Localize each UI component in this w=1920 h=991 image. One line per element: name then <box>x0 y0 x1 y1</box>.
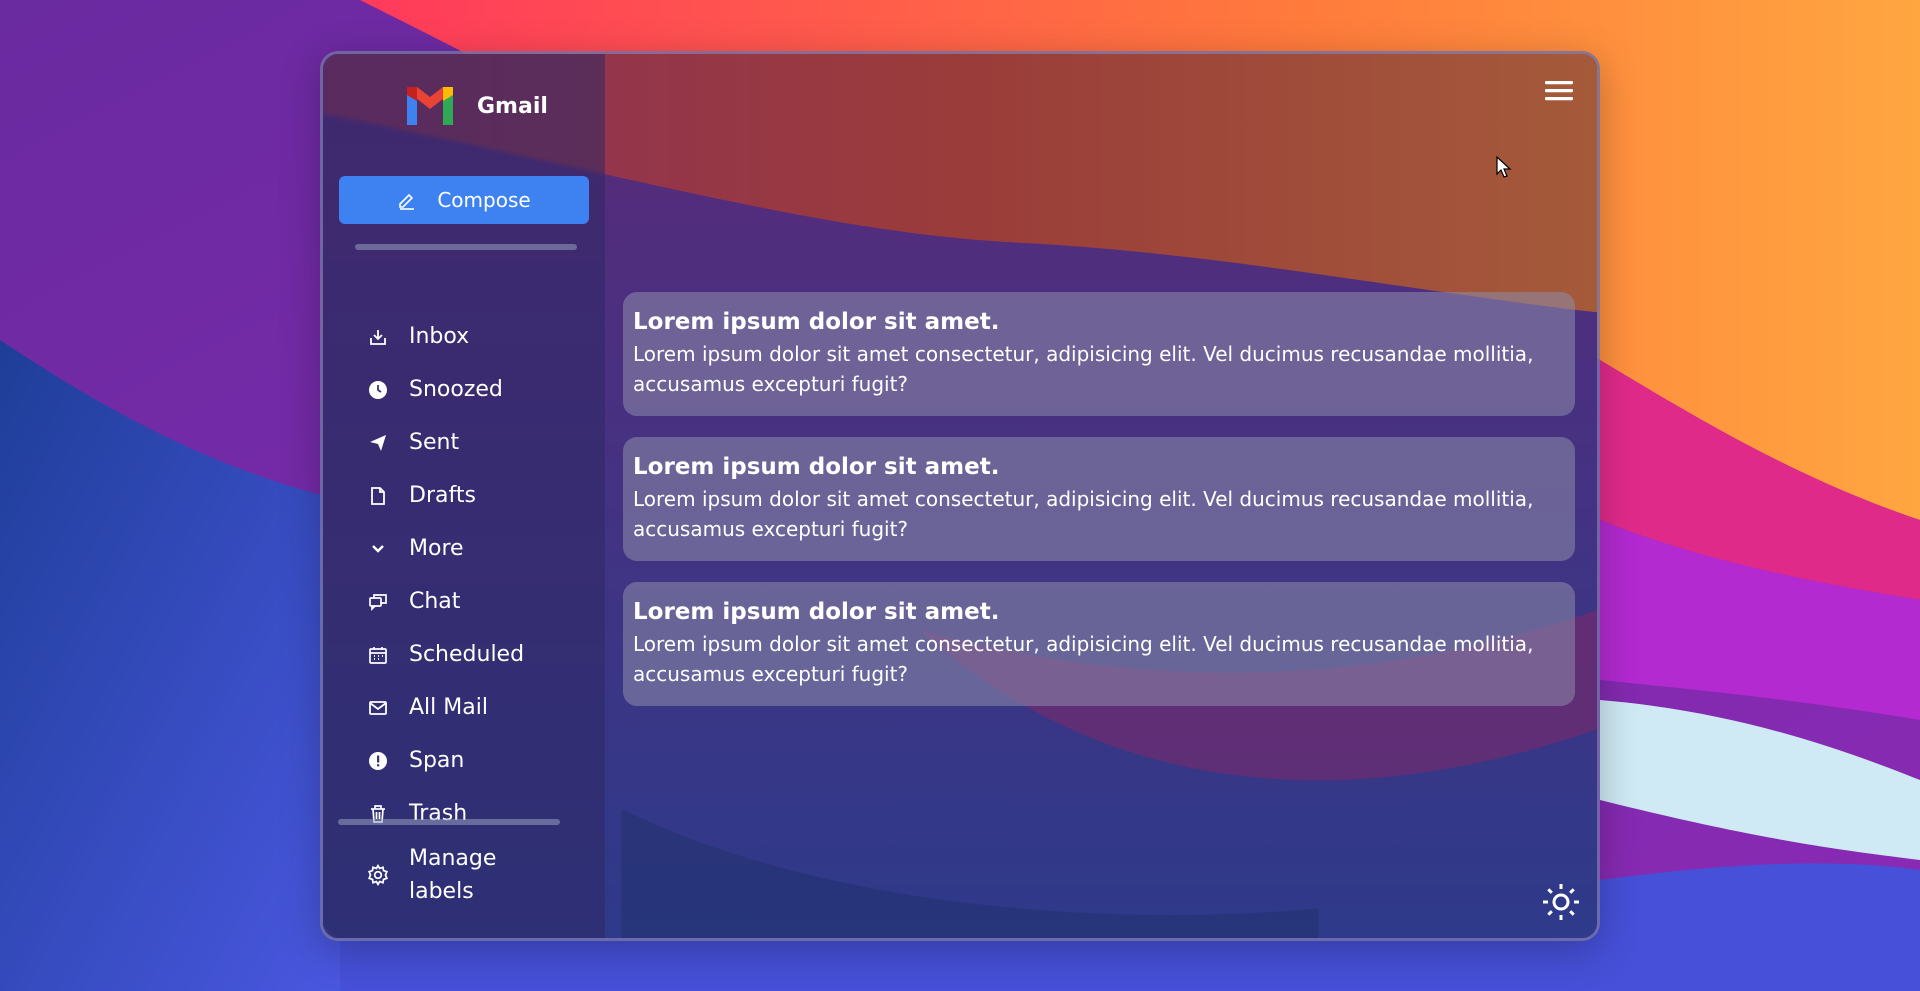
inbox-icon <box>367 326 389 348</box>
sidebar-divider-top <box>355 244 577 250</box>
email-list: Lorem ipsum dolor sit amet. Lorem ipsum … <box>623 292 1575 727</box>
sidebar-item-label: Scheduled <box>409 642 525 667</box>
compose-button[interactable]: Compose <box>339 176 589 224</box>
email-card[interactable]: Lorem ipsum dolor sit amet. Lorem ipsum … <box>623 582 1575 706</box>
sidebar-item-span[interactable]: Span <box>323 734 605 787</box>
sidebar-item-sent[interactable]: Sent <box>323 416 605 469</box>
sidebar-item-drafts[interactable]: Drafts <box>323 469 605 522</box>
sidebar-item-label: Snoozed <box>409 377 503 402</box>
sidebar-nav: Inbox Snoozed Sent Drafts More Chat Sche… <box>323 310 605 840</box>
chat-icon <box>367 591 389 613</box>
sidebar-divider-bottom <box>338 819 560 825</box>
email-card[interactable]: Lorem ipsum dolor sit amet. Lorem ipsum … <box>623 292 1575 416</box>
clock-icon <box>367 379 389 401</box>
pencil-icon <box>399 193 415 210</box>
draft-icon <box>367 485 389 507</box>
sidebar-item-more[interactable]: More <box>323 522 605 575</box>
sidebar-item-label: Drafts <box>409 483 476 508</box>
gmail-logo-icon <box>407 87 453 125</box>
sidebar-item-inbox[interactable]: Inbox <box>323 310 605 363</box>
manage-labels-label: Manage labels <box>409 846 497 904</box>
brand[interactable]: Gmail <box>403 85 548 127</box>
sidebar: Gmail Compose Inbox Snoozed Sent Drafts … <box>323 54 605 938</box>
send-icon <box>367 432 389 454</box>
sidebar-item-all-mail[interactable]: All Mail <box>323 681 605 734</box>
email-title: Lorem ipsum dolor sit amet. <box>633 599 1000 625</box>
app-window: Gmail Compose Inbox Snoozed Sent Drafts … <box>320 51 1600 941</box>
email-title: Lorem ipsum dolor sit amet. <box>633 454 1000 480</box>
sidebar-item-label: All Mail <box>409 695 488 720</box>
app-name: Gmail <box>477 93 548 119</box>
email-card[interactable]: Lorem ipsum dolor sit amet. Lorem ipsum … <box>623 437 1575 561</box>
email-body: Lorem ipsum dolor sit amet consectetur, … <box>633 487 1534 541</box>
sidebar-item-label: More <box>409 536 464 561</box>
sidebar-item-scheduled[interactable]: Scheduled <box>323 628 605 681</box>
sidebar-item-chat[interactable]: Chat <box>323 575 605 628</box>
manage-labels-button[interactable]: Manage labels <box>323 840 605 910</box>
sidebar-item-label: Chat <box>409 589 461 614</box>
sidebar-item-label: Sent <box>409 430 460 455</box>
alert-icon <box>367 750 389 772</box>
mail-icon <box>367 697 389 719</box>
sidebar-item-snoozed[interactable]: Snoozed <box>323 363 605 416</box>
hamburger-menu-icon[interactable] <box>1543 76 1575 106</box>
sun-icon[interactable] <box>1541 882 1581 922</box>
sidebar-item-label: Inbox <box>409 324 470 349</box>
sidebar-item-label: Span <box>409 748 465 773</box>
calendar-icon <box>367 644 389 666</box>
sidebar-item-trash[interactable]: Trash <box>323 787 605 840</box>
gear-icon <box>368 864 388 886</box>
compose-label: Compose <box>437 188 531 212</box>
chevron-down-icon <box>367 538 389 560</box>
email-body: Lorem ipsum dolor sit amet consectetur, … <box>633 632 1534 686</box>
email-body: Lorem ipsum dolor sit amet consectetur, … <box>633 342 1534 396</box>
email-title: Lorem ipsum dolor sit amet. <box>633 309 1000 335</box>
mouse-cursor-icon <box>1496 156 1512 178</box>
